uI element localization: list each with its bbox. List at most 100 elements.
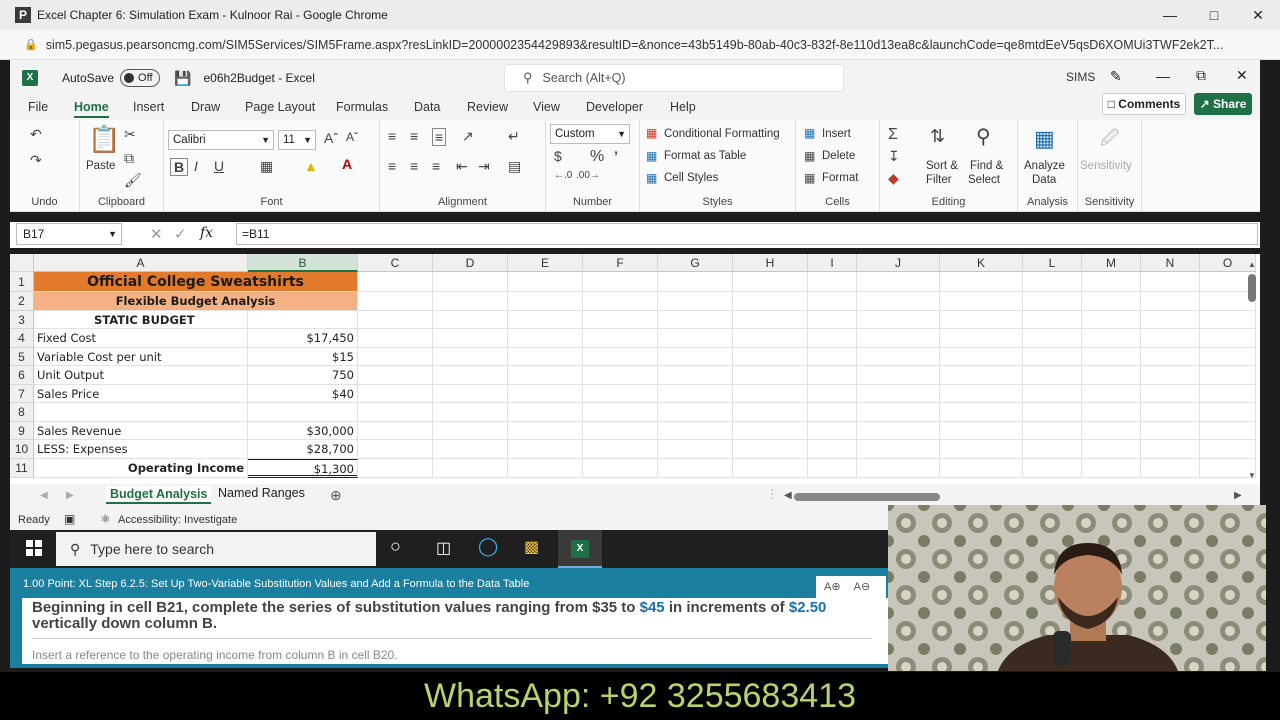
tab-developer[interactable]: Developer xyxy=(586,100,643,114)
cell[interactable] xyxy=(940,348,1023,366)
insert-cells-button[interactable]: Insert xyxy=(822,128,851,140)
cell[interactable] xyxy=(940,459,1023,478)
cell[interactable] xyxy=(358,366,433,385)
analyze-data-button-2[interactable]: Data xyxy=(1032,174,1056,186)
accessibility-icon[interactable]: ⚛ xyxy=(100,512,111,526)
cell[interactable] xyxy=(1141,311,1200,329)
cell[interactable] xyxy=(433,403,508,422)
cell[interactable] xyxy=(857,459,940,478)
scroll-left-icon[interactable]: ◀ xyxy=(784,490,792,501)
underline-icon[interactable]: U xyxy=(214,158,224,174)
paste-label[interactable]: Paste xyxy=(86,160,115,172)
cell[interactable] xyxy=(583,440,658,459)
cell[interactable] xyxy=(808,422,857,440)
cell[interactable] xyxy=(808,292,857,311)
sheet-tab-budget-analysis[interactable]: Budget Analysis xyxy=(106,486,212,504)
sheet-tab-named-ranges[interactable]: Named Ranges xyxy=(218,486,305,500)
increase-indent-icon[interactable]: ⇥ xyxy=(478,158,490,175)
cell[interactable] xyxy=(358,272,433,292)
paste-icon[interactable]: 📋 xyxy=(88,124,120,155)
cell[interactable] xyxy=(1141,385,1200,403)
taskbar-search-input[interactable]: ⚲ Type here to search xyxy=(56,532,376,566)
minimize-excel-button[interactable]: — xyxy=(1156,68,1170,84)
cell[interactable] xyxy=(658,272,733,292)
cell[interactable] xyxy=(658,440,733,459)
cell-b3[interactable] xyxy=(248,311,358,329)
cell[interactable] xyxy=(733,329,808,348)
cell[interactable] xyxy=(1023,329,1082,348)
undo-icon[interactable]: ↶ xyxy=(30,126,42,143)
cell-a6[interactable]: Unit Output xyxy=(34,366,248,385)
cell[interactable] xyxy=(733,440,808,459)
cell[interactable] xyxy=(857,422,940,440)
scroll-down-icon[interactable]: ▼ xyxy=(1248,471,1256,480)
row-header[interactable]: 2 xyxy=(10,292,34,311)
cell[interactable] xyxy=(1023,272,1082,292)
cell[interactable] xyxy=(583,385,658,403)
cell[interactable] xyxy=(433,311,508,329)
autosum-icon[interactable]: Σ xyxy=(888,126,898,144)
cell[interactable] xyxy=(508,292,583,311)
cell[interactable] xyxy=(1141,292,1200,311)
minimize-button[interactable]: — xyxy=(1148,0,1192,30)
cell[interactable] xyxy=(733,348,808,366)
cell[interactable] xyxy=(1023,422,1082,440)
horizontal-scroll-thumb[interactable] xyxy=(794,493,940,501)
cell[interactable] xyxy=(857,440,940,459)
cell[interactable] xyxy=(940,403,1023,422)
cell[interactable] xyxy=(583,311,658,329)
cell[interactable] xyxy=(940,440,1023,459)
cell-a1[interactable]: Official College Sweatshirts xyxy=(34,272,358,292)
cell[interactable] xyxy=(1023,348,1082,366)
row-header[interactable]: 3 xyxy=(10,311,34,329)
cell[interactable] xyxy=(808,403,857,422)
cell[interactable] xyxy=(733,272,808,292)
cell-a4[interactable]: Fixed Cost xyxy=(34,329,248,348)
format-as-table-button[interactable]: Format as Table xyxy=(664,150,746,162)
align-middle-icon[interactable]: ≡ xyxy=(410,128,418,144)
row-header[interactable]: 6 xyxy=(10,366,34,385)
cell[interactable] xyxy=(508,440,583,459)
tab-help[interactable]: Help xyxy=(670,100,696,114)
cell[interactable] xyxy=(583,348,658,366)
column-header-i[interactable]: I xyxy=(808,254,857,272)
cell[interactable] xyxy=(1141,440,1200,459)
enter-icon[interactable]: ✓ xyxy=(174,225,187,243)
cell[interactable] xyxy=(358,422,433,440)
cell[interactable] xyxy=(808,385,857,403)
cell-a8[interactable] xyxy=(34,403,248,422)
cell[interactable] xyxy=(433,272,508,292)
cell[interactable] xyxy=(1082,366,1141,385)
add-sheet-icon[interactable]: ⊕ xyxy=(330,487,342,504)
address-bar[interactable]: 🔒 sim5.pegasus.pearsoncmg.com/SIM5Servic… xyxy=(0,30,1280,60)
scroll-right-icon[interactable]: ▶ xyxy=(1234,490,1242,501)
row-header[interactable]: 1 xyxy=(10,272,34,292)
cell[interactable] xyxy=(940,272,1023,292)
cell[interactable] xyxy=(1023,385,1082,403)
cell[interactable] xyxy=(1082,348,1141,366)
cell[interactable] xyxy=(940,311,1023,329)
cell[interactable] xyxy=(940,385,1023,403)
column-header-f[interactable]: F xyxy=(583,254,658,272)
cell[interactable] xyxy=(508,422,583,440)
currency-icon[interactable]: $ xyxy=(554,148,562,164)
font-size-select[interactable]: 11 ▼ xyxy=(278,130,316,150)
cell[interactable] xyxy=(808,366,857,385)
scroll-thumb[interactable] xyxy=(1248,274,1256,302)
column-header-m[interactable]: M xyxy=(1082,254,1141,272)
row-header[interactable]: 10 xyxy=(10,440,34,459)
cell[interactable] xyxy=(583,459,658,478)
vertical-scrollbar[interactable]: ▲ ▼ xyxy=(1248,260,1256,480)
cell-b7[interactable]: $40 xyxy=(248,385,358,403)
cell[interactable] xyxy=(1023,311,1082,329)
cell-a9[interactable]: Sales Revenue xyxy=(34,422,248,440)
cell[interactable] xyxy=(658,403,733,422)
file-explorer-icon[interactable]: ▩ xyxy=(524,537,539,557)
row-header[interactable]: 11 xyxy=(10,459,34,478)
cell-a2[interactable]: Flexible Budget Analysis xyxy=(34,292,358,311)
analyze-data-button[interactable]: Analyze xyxy=(1024,160,1065,172)
edge-icon[interactable]: ◯ xyxy=(478,536,498,557)
cell[interactable] xyxy=(940,366,1023,385)
windows-start-icon[interactable] xyxy=(26,540,42,556)
column-header-l[interactable]: L xyxy=(1023,254,1082,272)
